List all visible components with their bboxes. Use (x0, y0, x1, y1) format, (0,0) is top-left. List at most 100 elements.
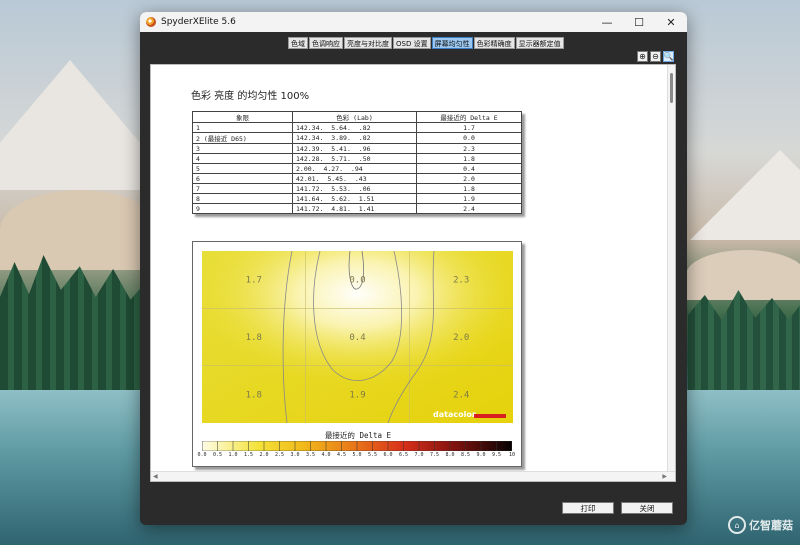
table-header-row: 象限 色彩 (Lab) 最接近的 Delta E (192, 111, 522, 123)
quadrant-cell: 2 (最接近 D65) (192, 132, 293, 144)
horizontal-scrollbar[interactable]: ◀ ▶ (151, 471, 675, 481)
legend-tick-label: 7.5 (429, 452, 440, 458)
lab-cell: 142.28. 5.71. .50 (292, 153, 417, 164)
scroll-left-icon[interactable]: ◀ (153, 473, 158, 480)
table-row: 8 141.64. 5.62. 1.51 1.9 (192, 193, 522, 204)
tab-5[interactable]: 色彩精确度 (473, 37, 515, 49)
close-window-button[interactable]: ✕ (655, 12, 687, 32)
table-row: 2 (最接近 D65) 142.34. 3.89. .82 0.0 (192, 132, 522, 144)
heatmap-cell-value: 0.4 (349, 333, 365, 343)
report-title: 色彩 亮度 的均匀性 100% (191, 91, 310, 102)
lab-cell: 142.34. 3.89. .82 (292, 132, 417, 144)
watermark: ⌂ 亿智蘑菇 (728, 516, 793, 534)
delta-e-cell: 1.8 (416, 183, 522, 194)
report-tabs: 色域 色调响应 亮度与对比度 OSD 设置 屏幕均匀性 色彩精确度 显示器额定值 (288, 37, 564, 49)
table-row: 9 141.72. 4.81. 1.41 2.4 (192, 203, 522, 214)
wallpaper-trees (0, 255, 145, 395)
delta-e-cell: 2.3 (416, 143, 522, 154)
legend-tick-label: 6.0 (383, 452, 393, 458)
legend-tick-label: 10 (508, 452, 516, 458)
delta-e-cell: 1.7 (416, 122, 522, 133)
vertical-scrollbar[interactable] (667, 65, 675, 473)
quadrant-cell: 3 (192, 143, 293, 154)
heatmap-cell-value: 2.4 (453, 390, 469, 400)
report-tabbar: 色域 色调响应 亮度与对比度 OSD 设置 屏幕均匀性 色彩精确度 显示器额定值 (140, 32, 687, 56)
wallpaper-mountain (690, 150, 800, 240)
quadrant-cell: 1 (192, 122, 293, 133)
tab-0[interactable]: 色域 (288, 37, 308, 49)
heatmap-cell-value: 1.9 (349, 390, 365, 400)
table-body: 1 142.34. 5.64. .82 1.7 2 (最接近 D65) 142.34. … (192, 122, 522, 214)
spyder-app-icon (146, 17, 156, 27)
legend-tick-label: 9.0 (476, 452, 486, 458)
quadrant-cell: 7 (192, 183, 293, 194)
table-row: 5 2.00. 4.27. .94 0.4 (192, 163, 522, 174)
quadrant-cell: 5 (192, 163, 293, 174)
lab-cell: 2.00. 4.27. .94 (292, 163, 417, 174)
table-header-lab: 色彩 (Lab) (292, 111, 417, 123)
zoom-out-icon[interactable]: ⊖ (650, 51, 661, 62)
table-row: 1 142.34. 5.64. .82 1.7 (192, 122, 522, 133)
tab-6[interactable]: 显示器额定值 (515, 37, 564, 49)
legend-tick-label: 3.0 (290, 452, 300, 458)
quadrant-cell: 9 (192, 203, 293, 214)
lab-cell: 141.72. 4.81. 1.41 (292, 203, 417, 214)
lab-cell: 141.72. 5.53. .06 (292, 183, 417, 194)
legend-tick-label: 4.0 (321, 452, 331, 458)
table-row: 7 141.72. 5.53. .06 1.8 (192, 183, 522, 194)
heatmap-cell-value: 0.0 (349, 276, 365, 286)
zoom-in-icon[interactable]: ⊕ (637, 51, 648, 62)
legend-tick-label: 5.5 (367, 452, 378, 458)
tab-1[interactable]: 色调响应 (309, 37, 343, 49)
delta-e-cell: 0.4 (416, 163, 522, 174)
delta-e-cell: 1.9 (416, 193, 522, 204)
legend-tick-label: 6.5 (398, 452, 409, 458)
legend-tick-label: 2.0 (259, 452, 269, 458)
table-header-quadrant: 象限 (192, 111, 293, 123)
legend-tick-label: 9.5 (491, 452, 502, 458)
tab-2[interactable]: 亮度与对比度 (344, 37, 392, 49)
table-row: 4 142.28. 5.71. .50 1.8 (192, 153, 522, 164)
legend-tick-label: 1.5 (243, 452, 254, 458)
heatmap-cell-value: 1.8 (246, 333, 262, 343)
delta-e-cell: 2.4 (416, 203, 522, 214)
legend-tick-label: 8.0 (445, 452, 455, 458)
delta-e-cell: 2.0 (416, 173, 522, 184)
legend-tick-marks (202, 441, 512, 451)
datacolor-logo: datacolor (433, 410, 476, 419)
report-page: 色彩 亮度 的均匀性 100% 象限 色彩 (Lab) 最接近的 Delta E… (150, 64, 676, 482)
minimize-button[interactable]: — (591, 12, 623, 32)
title-bar[interactable]: SpyderXElite 5.6 — ☐ ✕ (140, 12, 687, 32)
legend-tick-label: 0.0 (197, 452, 207, 458)
legend-tick-label: 3.5 (305, 452, 316, 458)
close-button[interactable]: 关闭 (621, 502, 673, 514)
delta-e-cell: 0.0 (416, 132, 522, 144)
legend-tick-labels: 0.0 0.5 1.0 1.5 2.0 2.5 3.0 3.5 4.0 4.5 5.0 5.5 6.0 6… (197, 452, 516, 460)
table-header-delta-e: 最接近的 Delta E (416, 111, 522, 123)
tab-4[interactable]: 屏幕均匀性 (431, 37, 473, 49)
uniformity-table: 象限 色彩 (Lab) 最接近的 Delta E 1 142.34. 5.64. … (192, 111, 522, 214)
print-button[interactable]: 打印 (562, 502, 614, 514)
heatmap-cell-value: 2.0 (453, 333, 469, 343)
table-row: 3 142.39. 5.41. .96 2.3 (192, 143, 522, 154)
wallpaper-dune (0, 190, 160, 270)
uniformity-heatmap: 1.7 0.0 2.3 1.8 0.4 2.0 1.8 1.9 2.4 (202, 251, 513, 423)
zoom-toolbar: ⊕ ⊖ 🔍 (637, 51, 674, 62)
scroll-right-icon[interactable]: ▶ (662, 473, 667, 480)
legend-tick-label: 4.5 (336, 452, 347, 458)
delta-e-color-legend (202, 441, 512, 451)
watermark-text: 亿智蘑菇 (749, 519, 793, 532)
lab-cell: 142.39. 5.41. .96 (292, 143, 417, 154)
zoom-fit-icon[interactable]: 🔍 (663, 51, 674, 62)
app-window: SpyderXElite 5.6 — ☐ ✕ 色域 色调响应 亮度与对比度 OSD 设… (140, 12, 687, 525)
mushroom-icon: ⌂ (728, 516, 746, 534)
quadrant-cell: 4 (192, 153, 293, 164)
wallpaper-dune (686, 250, 800, 300)
heatmap-cell-value: 1.8 (246, 390, 262, 400)
maximize-button[interactable]: ☐ (623, 12, 655, 32)
scrollbar-thumb[interactable] (670, 73, 673, 103)
tab-3[interactable]: OSD 设置 (393, 37, 431, 49)
lab-cell: 42.01. 5.45. .43 (292, 173, 417, 184)
heatmap-cell-value: 1.7 (246, 276, 262, 286)
table-row: 6 42.01. 5.45. .43 2.0 (192, 173, 522, 184)
